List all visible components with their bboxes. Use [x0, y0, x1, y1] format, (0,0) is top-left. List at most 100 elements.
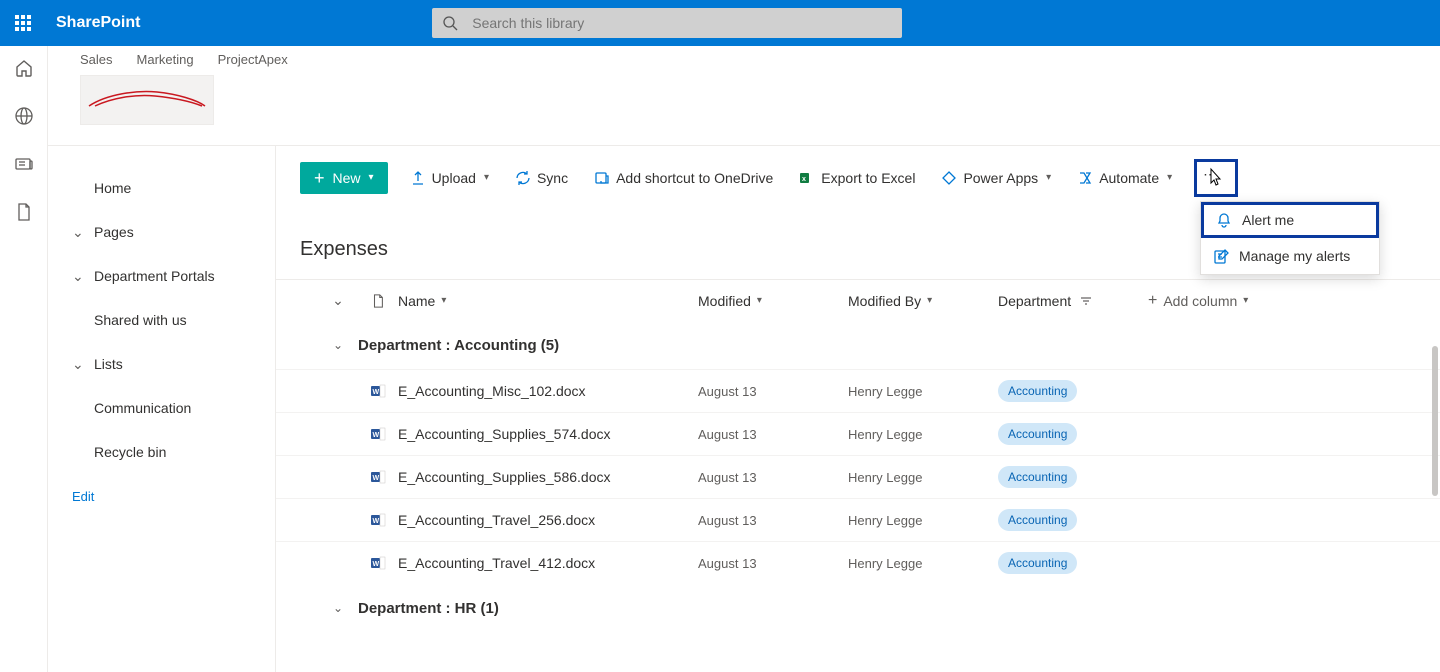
search-box[interactable]	[432, 8, 902, 38]
files-icon[interactable]	[14, 202, 34, 222]
department-pill: Accounting	[998, 466, 1077, 488]
hub-link-sales[interactable]: Sales	[80, 52, 113, 67]
home-icon[interactable]	[14, 58, 34, 78]
chevron-down-icon: ⌄	[318, 338, 358, 352]
nav-dept-label: Department Portals	[94, 268, 215, 284]
app-name[interactable]: SharePoint	[56, 14, 140, 32]
sync-label: Sync	[537, 170, 568, 186]
group-header[interactable]: ⌄ Department : Accounting (5)	[276, 321, 1440, 369]
site-logo[interactable]	[80, 75, 214, 125]
car-logo-icon	[87, 88, 207, 112]
add-column-label: Add column	[1163, 293, 1237, 309]
suite-bar: SharePoint	[0, 0, 1440, 46]
waffle-icon	[15, 15, 31, 31]
modifiedby-cell[interactable]: Henry Legge	[848, 556, 998, 571]
file-name-cell[interactable]: E_Accounting_Misc_102.docx	[398, 383, 698, 399]
powerapps-label: Power Apps	[963, 170, 1038, 186]
sync-button[interactable]: Sync	[511, 162, 572, 194]
group-label: Department : HR (1)	[358, 600, 499, 617]
app-bar	[0, 46, 48, 672]
modified-header-label: Modified	[698, 293, 751, 309]
file-row[interactable]: WE_Accounting_Supplies_586.docxAugust 13…	[276, 455, 1440, 498]
add-shortcut-button[interactable]: Add shortcut to OneDrive	[590, 162, 777, 194]
chevron-down-icon: ⌄	[72, 356, 84, 373]
chevron-down-icon: ⌄	[72, 224, 84, 241]
nav-edit-link[interactable]: Edit	[48, 474, 275, 518]
group-collapse-header[interactable]: ⌄	[318, 292, 358, 309]
department-pill: Accounting	[998, 552, 1077, 574]
file-icon	[371, 294, 385, 308]
modifiedby-cell[interactable]: Henry Legge	[848, 427, 998, 442]
file-type-cell: W	[358, 555, 398, 571]
power-apps-button[interactable]: Power Apps ▾	[937, 162, 1055, 194]
word-doc-icon: W	[370, 426, 386, 442]
filter-icon	[1079, 294, 1093, 308]
type-column-header[interactable]	[358, 294, 398, 308]
onedrive-shortcut-icon	[594, 170, 610, 186]
export-excel-button[interactable]: x Export to Excel	[795, 162, 919, 194]
modified-column-header[interactable]: Modified ▾	[698, 293, 848, 309]
file-name-cell[interactable]: E_Accounting_Supplies_586.docx	[398, 469, 698, 485]
modified-cell: August 13	[698, 513, 848, 528]
modified-cell: August 13	[698, 384, 848, 399]
name-column-header[interactable]: Name▾	[398, 293, 698, 309]
file-name-cell[interactable]: E_Accounting_Travel_412.docx	[398, 555, 698, 571]
file-type-cell: W	[358, 512, 398, 528]
search-input[interactable]	[472, 15, 892, 31]
nav-comm-label: Communication	[94, 400, 191, 416]
new-button[interactable]: + New ▾	[300, 162, 388, 194]
more-commands-button[interactable]: ⋯	[1194, 159, 1238, 197]
nav-department-portals[interactable]: ⌄Department Portals	[48, 254, 275, 298]
nav-pages[interactable]: ⌄Pages	[48, 210, 275, 254]
hub-link-marketing[interactable]: Marketing	[137, 52, 194, 67]
automate-button[interactable]: Automate ▾	[1073, 162, 1176, 194]
nav-communication[interactable]: Communication	[48, 386, 275, 430]
file-row[interactable]: WE_Accounting_Travel_412.docxAugust 13He…	[276, 541, 1440, 584]
word-doc-icon: W	[370, 512, 386, 528]
department-cell: Accounting	[998, 423, 1148, 445]
file-row[interactable]: WE_Accounting_Misc_102.docxAugust 13Henr…	[276, 369, 1440, 412]
group-header[interactable]: ⌄ Department : HR (1)	[276, 584, 1440, 632]
file-type-cell: W	[358, 469, 398, 485]
manage-alerts-item[interactable]: Manage my alerts	[1201, 238, 1379, 274]
nav-lists[interactable]: ⌄Lists	[48, 342, 275, 386]
alert-me-item[interactable]: Alert me	[1201, 202, 1379, 238]
file-row[interactable]: W E_Accounting_Supplies_574.docxAugust 13…	[276, 412, 1440, 455]
chevron-down-icon: ▾	[369, 172, 374, 183]
excel-icon: x	[799, 170, 815, 186]
automate-label: Automate	[1099, 170, 1159, 186]
chevron-down-icon: ⌄	[318, 601, 358, 615]
svg-text:x: x	[802, 176, 806, 183]
file-name-cell[interactable]: E_Accounting_Supplies_574.docx	[398, 426, 698, 442]
modified-cell: August 13	[698, 427, 848, 442]
globe-icon[interactable]	[14, 106, 34, 126]
modifiedby-column-header[interactable]: Modified By▾	[848, 293, 998, 309]
chevron-down-icon: ▾	[484, 172, 489, 183]
news-icon[interactable]	[14, 154, 34, 174]
app-launcher-button[interactable]	[0, 0, 46, 46]
department-column-header[interactable]: Department	[998, 293, 1148, 309]
chevron-down-icon: ▾	[757, 295, 762, 306]
scrollbar[interactable]	[1432, 346, 1438, 496]
file-name-cell[interactable]: E_Accounting_Travel_256.docx	[398, 512, 698, 528]
upload-button[interactable]: Upload ▾	[406, 162, 493, 194]
grid-header: ⌄ Name▾ Modified ▾ Modified By▾ Departmen…	[276, 279, 1440, 321]
nav-recycle-bin[interactable]: Recycle bin	[48, 430, 275, 474]
nav-shared-with-us[interactable]: Shared with us	[48, 298, 275, 342]
nav-home-label: Home	[94, 180, 131, 196]
file-row[interactable]: W E_Accounting_Travel_256.docxAugust 13He…	[276, 498, 1440, 541]
nav-home[interactable]: Home	[48, 166, 275, 210]
department-cell: Accounting	[998, 380, 1148, 402]
modifiedby-cell[interactable]: Henry Legge	[848, 384, 998, 399]
plus-icon: +	[314, 169, 325, 187]
hub-links: Sales Marketing ProjectApex	[80, 52, 1440, 67]
modifiedby-cell[interactable]: Henry Legge	[848, 513, 998, 528]
left-nav: Home ⌄Pages ⌄Department Portals Shared w…	[48, 146, 276, 672]
hub-link-projectapex[interactable]: ProjectApex	[218, 52, 288, 67]
modifiedby-cell[interactable]: Henry Legge	[848, 470, 998, 485]
add-column-button[interactable]: +Add column▾	[1148, 292, 1248, 310]
hub-header: Sales Marketing ProjectApex	[48, 46, 1440, 146]
search-icon	[442, 15, 458, 31]
modifiedby-header-label: Modified By	[848, 293, 921, 309]
chevron-down-icon: ▾	[1046, 172, 1051, 183]
